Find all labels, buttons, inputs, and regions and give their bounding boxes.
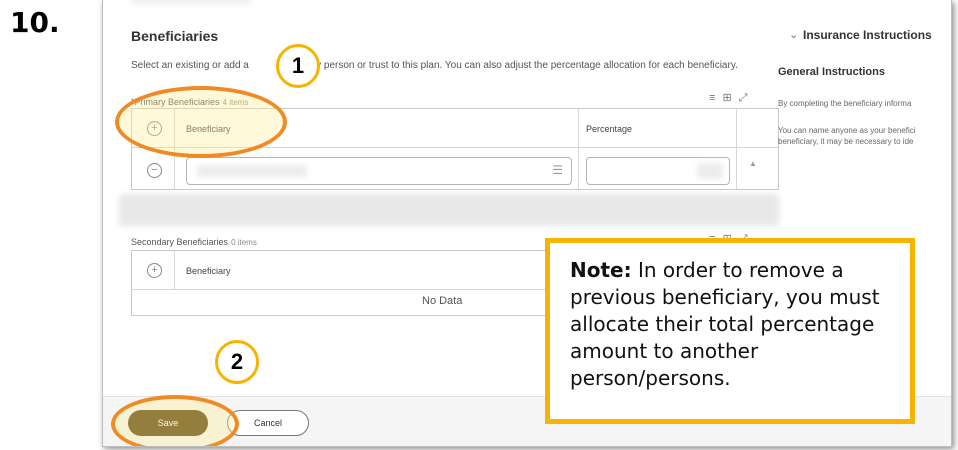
cropped-text xyxy=(131,0,251,4)
step-badge-2: 2 xyxy=(215,340,259,384)
secondary-col-beneficiary: Beneficiary xyxy=(186,266,231,276)
list-icon[interactable]: ☰ xyxy=(552,163,563,177)
col-divider xyxy=(578,109,579,189)
scroll-up-icon[interactable]: ▲ xyxy=(749,159,757,168)
intro-text: Select an existing or add a new benefici… xyxy=(131,60,738,71)
note-callout: Note: In order to remove a previous bene… xyxy=(545,238,915,424)
insurance-instructions-title[interactable]: Insurance Instructions xyxy=(803,28,932,42)
cancel-button[interactable]: Cancel xyxy=(227,410,309,436)
primary-toolbar-icons[interactable]: ≡ ⊞ ⤢ xyxy=(709,91,750,105)
chevron-down-icon[interactable]: ⌄ xyxy=(789,28,798,41)
secondary-label-text: Secondary Beneficiaries xyxy=(131,237,229,247)
step-number: 10. xyxy=(10,6,60,39)
col-divider xyxy=(174,251,175,289)
highlight-ring-primary xyxy=(115,86,287,158)
secondary-count: 0 items xyxy=(231,238,257,247)
blurred-rows xyxy=(119,194,779,226)
instructions-line-3: beneficiary, it may be necessary to ide xyxy=(778,137,914,146)
instructions-line-2: You can name anyone as your benefici xyxy=(778,126,916,135)
section-title: Beneficiaries xyxy=(131,28,219,44)
step-badge-1: 1 xyxy=(276,44,320,88)
instructions-line-1: By completing the beneficiary informa xyxy=(778,99,912,108)
no-data-text: No Data xyxy=(422,295,463,307)
note-prefix: Note: xyxy=(570,258,632,282)
highlight-ring-save xyxy=(111,395,239,446)
col-divider xyxy=(736,109,737,189)
percentage-input[interactable] xyxy=(586,157,730,185)
redacted-name xyxy=(197,165,307,177)
beneficiary-select-input[interactable]: ☰ xyxy=(186,157,572,185)
general-instructions-heading: General Instructions xyxy=(778,66,885,78)
add-secondary-beneficiary-icon[interactable]: + xyxy=(147,263,162,278)
redacted-percentage xyxy=(697,163,723,179)
secondary-beneficiaries-label: Secondary Beneficiaries 0 items xyxy=(131,237,257,247)
remove-beneficiary-icon[interactable]: − xyxy=(147,163,162,178)
primary-col-percentage: Percentage xyxy=(586,124,633,134)
